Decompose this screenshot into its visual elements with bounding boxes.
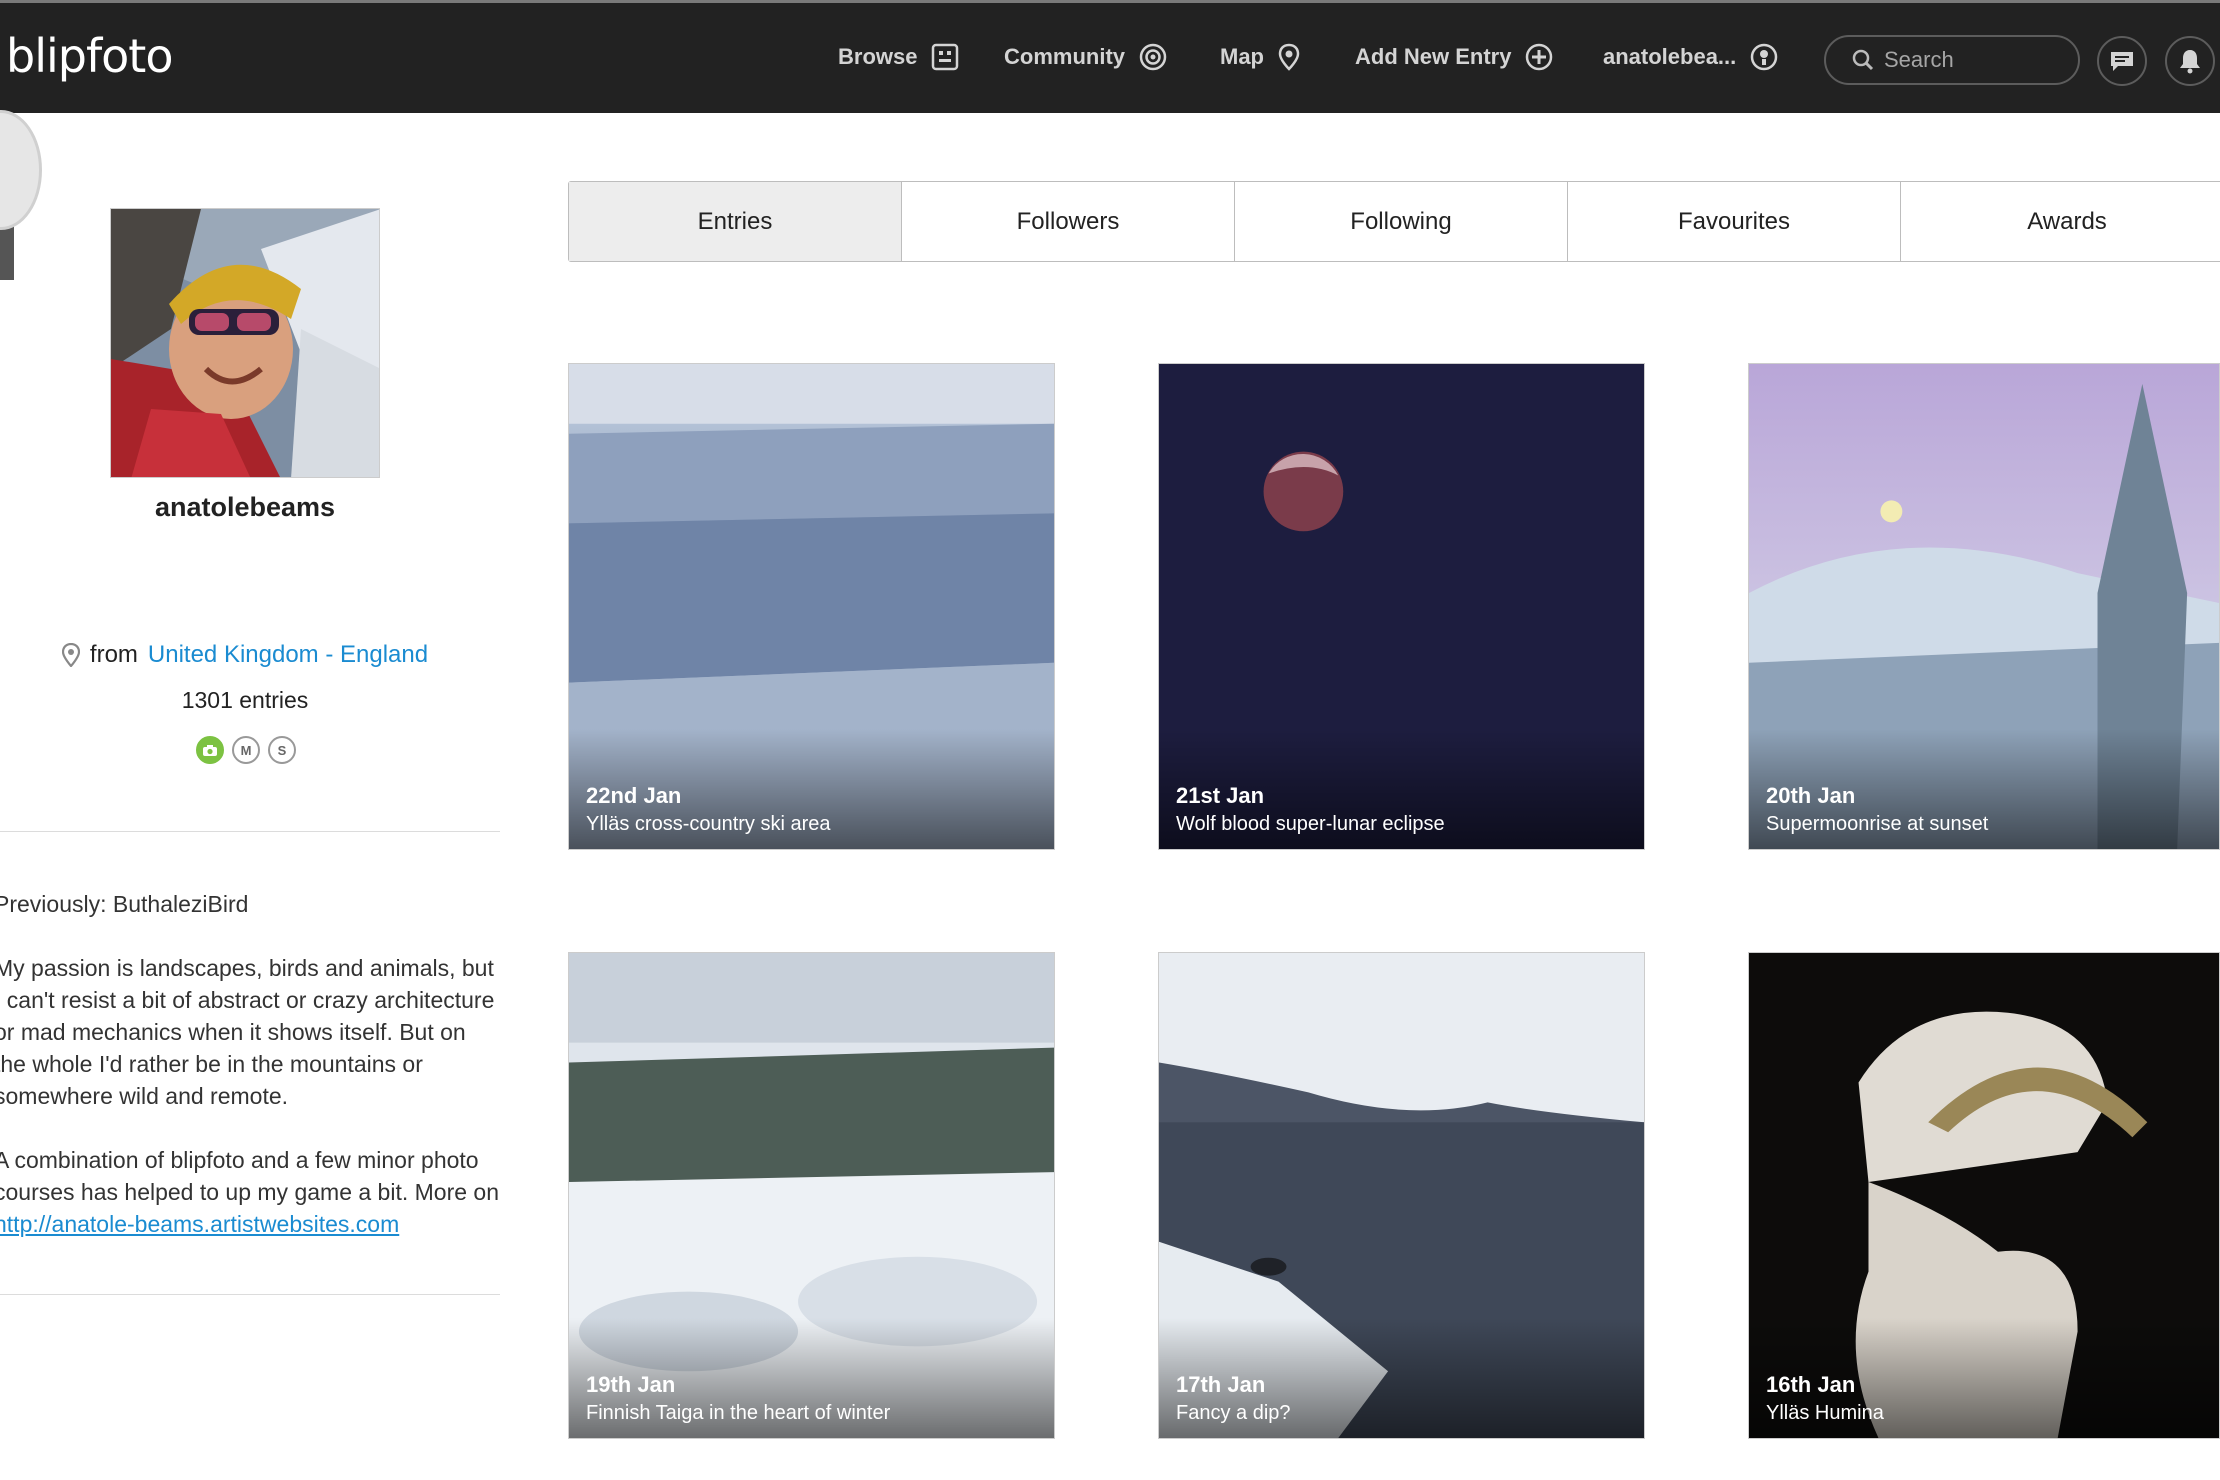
avatar[interactable] [110, 208, 380, 478]
entry-card[interactable]: 22nd Jan Ylläs cross-country ski area [568, 363, 1055, 850]
s-badge-icon: S [268, 736, 296, 764]
tab-followers[interactable]: Followers [902, 182, 1235, 261]
profile-divider-bottom [0, 1294, 500, 1295]
bio-website-link[interactable]: http://anatole-beams.artistwebsites.com [0, 1211, 399, 1237]
notifications-icon [2180, 50, 2200, 74]
map-pin-icon [1278, 43, 1300, 71]
nav-add-new-entry-label: Add New Entry [1355, 44, 1512, 69]
entry-date: 19th Jan [586, 1372, 676, 1397]
entry-caption: Supermoonrise at sunset [1766, 813, 1989, 835]
messages-button[interactable] [2097, 36, 2147, 86]
broadcast-icon [1139, 43, 1167, 71]
profile-bio: Previously: ButhaleziBird My passion is … [0, 888, 504, 1272]
membership-badges: M S [196, 736, 296, 764]
blipfoto-logo[interactable]: blipfoto [6, 29, 173, 83]
bio-paragraph-2: A combination of blipfoto and a few mino… [0, 1144, 504, 1240]
search-input[interactable] [1884, 47, 2064, 73]
nav-add-new-entry[interactable]: Add New Entry [1355, 43, 1553, 71]
entry-caption: Wolf blood super-lunar eclipse [1176, 813, 1445, 835]
notifications-button[interactable] [2165, 36, 2215, 86]
nav-map[interactable]: Map [1220, 43, 1300, 71]
bio-paragraph-1: My passion is landscapes, birds and anim… [0, 955, 495, 1109]
entries-count: 1301 entries [181, 687, 309, 713]
search-icon [1852, 49, 1874, 71]
entry-card[interactable]: 16th Jan Ylläs Humina [1748, 952, 2220, 1439]
tab-favourites[interactable]: Favourites [1568, 182, 1901, 261]
nav-user-label: anatolebea... [1603, 44, 1737, 69]
member-badge [0, 110, 42, 230]
profile-divider-top [0, 831, 500, 832]
entry-date: 17th Jan [1176, 1372, 1266, 1397]
user-circle-icon [1751, 43, 1778, 71]
tab-entries[interactable]: Entries [569, 182, 902, 261]
entry-card[interactable]: 19th Jan Finnish Taiga in the heart of w… [568, 952, 1055, 1439]
entry-card[interactable]: 20th Jan Supermoonrise at sunset [1748, 363, 2220, 850]
camera-badge-icon [196, 736, 224, 764]
nav-community-label: Community [1004, 44, 1125, 69]
tab-following[interactable]: Following [1235, 182, 1568, 261]
nav-community[interactable]: Community [1004, 43, 1167, 71]
entry-date: 16th Jan [1766, 1372, 1856, 1397]
nav-map-label: Map [1220, 44, 1264, 69]
entry-caption: Ylläs Humina [1766, 1402, 1884, 1424]
nav-browse-label: Browse [838, 44, 918, 69]
location-from-label: from [89, 641, 138, 668]
entry-caption: Fancy a dip? [1176, 1402, 1291, 1424]
search-box[interactable] [1824, 35, 2080, 85]
entry-card[interactable]: 21st Jan Wolf blood super-lunar eclipse [1158, 363, 1645, 850]
grid-icon [932, 43, 959, 71]
map-pin-icon [61, 643, 80, 667]
profile-username[interactable]: anatolebeams [0, 492, 490, 523]
avatar-photo [111, 209, 379, 477]
location-link[interactable]: United Kingdom - England [148, 641, 428, 669]
messages-icon [2111, 52, 2133, 71]
entry-caption: Finnish Taiga in the heart of winter [586, 1402, 891, 1424]
profile-tabs: Entries Followers Following Favourites A… [568, 181, 2220, 262]
entry-caption: Ylläs cross-country ski area [586, 813, 831, 835]
profile-location: from United Kingdom - England [0, 641, 490, 669]
m-badge-icon: M [232, 736, 260, 764]
nav-user-menu[interactable]: anatolebea... [1603, 43, 1778, 71]
plus-circle-icon [1526, 43, 1553, 71]
entry-date: 20th Jan [1766, 783, 1856, 808]
bio-paragraph-2-text: A combination of blipfoto and a few mino… [0, 1147, 500, 1205]
top-bar: blipfoto Browse Community Map Add New En… [0, 0, 2220, 113]
entry-date: 22nd Jan [586, 783, 682, 808]
tab-awards[interactable]: Awards [1901, 182, 2220, 261]
nav-browse[interactable]: Browse [838, 43, 959, 71]
bio-previously: Previously: ButhaleziBird [0, 891, 249, 917]
entry-date: 21st Jan [1176, 783, 1265, 808]
entry-card[interactable]: 17th Jan Fancy a dip? [1158, 952, 1645, 1439]
